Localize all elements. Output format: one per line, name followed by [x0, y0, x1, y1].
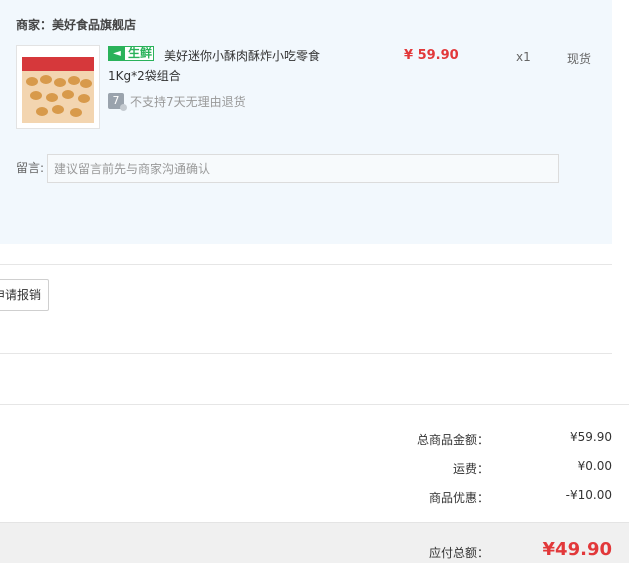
discount-value: -¥10.00	[565, 488, 612, 502]
no-return-icon: 7	[108, 93, 127, 111]
divider	[0, 404, 629, 405]
product-quantity: x1	[516, 50, 531, 64]
payable-bar	[0, 522, 629, 563]
memo-input[interactable]	[47, 154, 559, 183]
goods-total-value: ¥59.90	[570, 430, 612, 444]
product-price: ¥ 59.90	[404, 48, 459, 63]
discount-label: 商品优惠：	[428, 491, 489, 505]
product-sku: 1Kg*2袋组合	[108, 69, 181, 83]
shipping-label: 运费：	[452, 462, 489, 476]
shipping-value: ¥0.00	[577, 459, 612, 473]
product-title[interactable]: 美好迷你小酥肉酥炸小吃零食	[164, 47, 320, 64]
fresh-badge: ◄ 生鲜	[108, 46, 154, 61]
shop-name[interactable]: 商家：美好食品旗舰店	[16, 16, 136, 33]
stock-status: 现货	[567, 52, 592, 66]
payable-label: 应付总额：	[428, 546, 489, 560]
goods-total-label: 总商品金额：	[416, 433, 489, 447]
reimburse-button[interactable]: 申请报销	[0, 279, 49, 311]
divider	[0, 353, 612, 354]
divider	[0, 264, 612, 265]
product-thumbnail[interactable]	[16, 45, 100, 129]
fish-icon: ◄	[109, 46, 125, 61]
payable-value: ¥49.90	[542, 539, 612, 560]
fresh-badge-label: 生鲜	[128, 46, 153, 60]
product-image	[18, 47, 98, 127]
no-return-notice: 不支持7天无理由退货	[130, 95, 246, 109]
memo-label: 留言:	[16, 161, 45, 175]
order-item-panel: 商家：美好食品旗舰店 ◄ 生鲜 美好迷你小酥肉酥炸小吃零食 1Kg*2袋组合 7…	[0, 0, 612, 244]
